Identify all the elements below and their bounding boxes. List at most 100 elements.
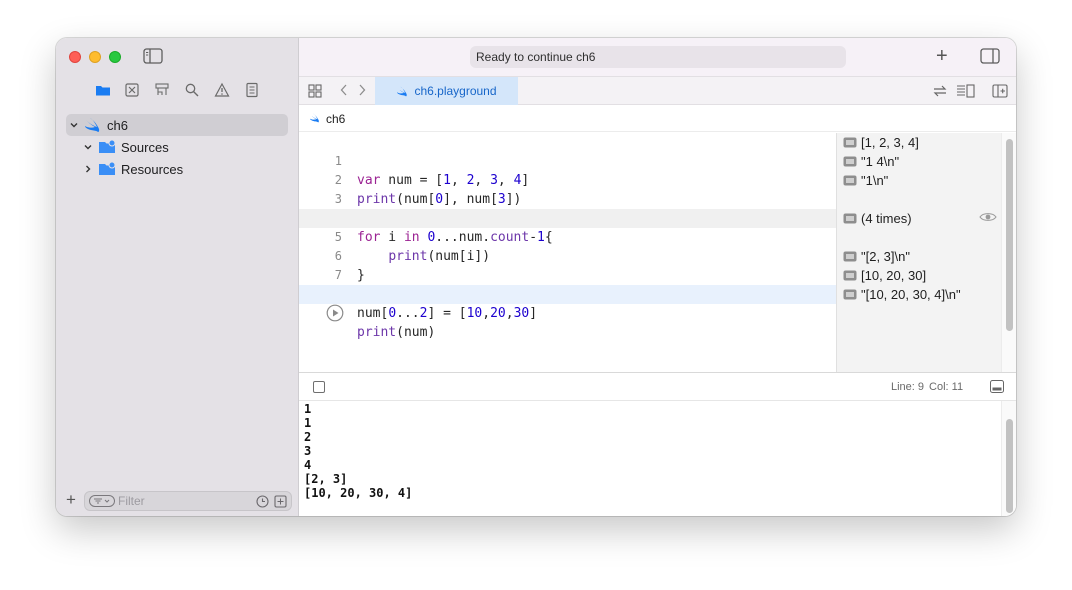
issue-icon[interactable] [214,82,230,98]
code-line[interactable]: 4 for i in 0...num.count-1{ [299,190,836,245]
code-line[interactable]: 6 } [299,228,836,283]
result-row[interactable]: "1\n" [843,171,888,190]
navigator-sidebar: ch6 Sources Resources + Filter [56,38,299,516]
quick-look-icon[interactable] [843,289,857,300]
source-control-icon[interactable] [124,82,140,98]
split-editor-icon[interactable] [992,84,1008,98]
scrollbar-thumb[interactable] [1006,419,1013,513]
console-line: [10, 20, 30, 4] [304,486,413,500]
add-library-button[interactable]: + [936,46,948,66]
line-indicator: Line: 9 [891,381,925,393]
quick-look-icon[interactable] [843,156,857,167]
xcode-window: ch6 Sources Resources + Filter Ready to … [56,38,1016,516]
chevron-down-icon[interactable] [82,141,94,153]
zoom-window-button[interactable] [109,51,121,63]
result-text: "[2, 3]\n" [861,249,910,264]
inspector-toggle-icon[interactable] [980,48,1000,64]
clock-icon[interactable] [256,495,269,508]
tree-item-label: Sources [121,139,169,155]
tab-ch6-playground[interactable]: ch6.playground [375,77,518,105]
result-text: (4 times) [861,211,912,226]
folder-icon[interactable] [95,82,111,98]
toolbar: Ready to continue ch6 + [299,38,1016,76]
code-line[interactable]: 8 num[0...2] = [10,20,30] [299,266,836,321]
run-playground-icon[interactable] [326,304,344,322]
jump-bar-label: ch6 [326,112,346,126]
navigator-tabs [56,76,299,104]
console-line: 1 [304,402,312,416]
chevron-right-icon[interactable] [357,83,367,97]
code-line[interactable]: 7 print(num[1...2]) [299,247,836,302]
add-file-button[interactable]: + [66,491,76,508]
code-line[interactable]: 2 print(num[0], num[3]) [299,152,836,207]
result-text: [1, 2, 3, 4] [861,135,919,150]
tree-item-sources[interactable]: Sources [82,136,169,158]
code-line-current[interactable]: 9 print(num) [299,285,836,340]
eye-icon[interactable] [979,211,997,223]
show-debug-area-checkbox[interactable] [313,381,325,393]
filter-input[interactable]: Filter [84,491,292,511]
editor-scrollbar[interactable] [1001,133,1016,372]
code-editor[interactable]: 1 var num = [1, 2, 3, 4] 2 print(num[0],… [299,133,836,372]
result-row[interactable]: "1 4\n" [843,152,899,171]
tree-item-ch6[interactable]: ch6 [66,114,288,136]
console-line: 4 [304,458,312,472]
console-line: 2 [304,430,312,444]
result-row[interactable]: "[10, 20, 30, 4]\n" [843,285,961,304]
swift-icon [310,113,319,123]
console-line: 1 [304,416,312,430]
code-line[interactable]: 5 print(num[i]) [299,209,836,264]
quick-look-icon[interactable] [843,175,857,186]
filter-options-icon[interactable] [89,495,115,507]
swift-icon [397,86,408,96]
report-icon[interactable] [244,82,260,98]
column-indicator: Col: 11 [929,381,964,393]
code-text: print(num) [357,325,436,340]
folder-icon [99,161,116,175]
result-row[interactable]: [1, 2, 3, 4] [843,133,919,152]
activity-status: Ready to continue ch6 [470,46,846,68]
result-row[interactable]: "[2, 3]\n" [843,247,910,266]
quick-look-icon[interactable] [843,270,857,281]
sidebar-toggle-icon[interactable] [143,48,163,64]
filter-placeholder: Filter [118,494,145,508]
tree-item-label: ch6 [107,117,128,133]
quick-look-icon[interactable] [843,251,857,262]
quick-look-icon[interactable] [843,213,857,224]
related-items-icon[interactable] [308,84,322,98]
code-line[interactable]: 3 print(num.first!) [299,171,836,226]
cursor-position: Line: 9 Col: 11 [891,381,963,393]
jump-bar[interactable]: ch6 [299,105,1016,132]
result-text: "[10, 20, 30, 4]\n" [861,287,961,302]
scrollbar-thumb[interactable] [1006,139,1013,331]
console-scrollbar[interactable] [1001,401,1016,516]
quick-look-icon[interactable] [843,137,857,148]
symbol-icon[interactable] [154,82,170,98]
editor-area: Ready to continue ch6 + ch6.playground c… [299,38,1016,516]
result-row[interactable]: (4 times) [843,209,912,228]
code-line[interactable]: 1 var num = [1, 2, 3, 4] [299,133,836,188]
minimize-window-button[interactable] [89,51,101,63]
results-sidebar: [1, 2, 3, 4] "1 4\n" "1\n" (4 times) "[2… [836,133,1001,372]
tab-label: ch6.playground [414,84,497,98]
hide-debug-area-icon[interactable] [990,380,1004,393]
console-line: 3 [304,444,312,458]
result-row[interactable]: [10, 20, 30] [843,266,926,285]
find-icon[interactable] [184,82,200,98]
swift-icon [85,118,100,132]
console-line: [2, 3] [304,472,348,486]
filter-bar: + Filter [56,486,299,516]
console-output[interactable]: 1 1 2 3 4 [2, 3] [10, 20, 30, 4] [299,401,1001,516]
chevron-right-icon[interactable] [82,163,94,175]
tree-item-resources[interactable]: Resources [82,158,183,180]
editor-options-icon[interactable] [956,84,976,98]
result-text: "1\n" [861,173,889,188]
chevron-down-icon[interactable] [68,119,80,131]
tree-item-label: Resources [121,161,184,177]
scope-icon[interactable] [274,495,287,508]
close-window-button[interactable] [69,51,81,63]
chevron-left-icon[interactable] [339,83,349,97]
swap-icon[interactable] [932,84,948,98]
result-text: [10, 20, 30] [861,268,927,283]
folder-icon [99,139,116,153]
